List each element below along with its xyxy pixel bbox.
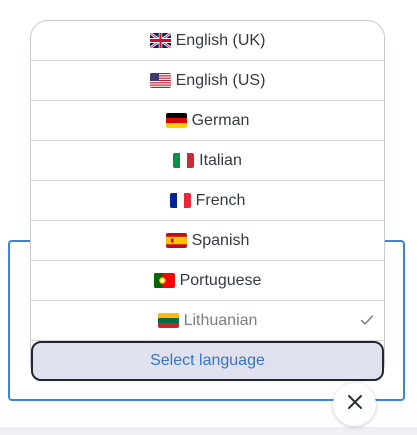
language-label: Lithuanian [183, 311, 258, 329]
italy-flag-icon [173, 153, 195, 168]
language-label: German [191, 111, 250, 129]
language-label: English (US) [175, 71, 266, 89]
select-language-button[interactable]: Select language [31, 341, 384, 381]
language-label: French [195, 191, 246, 209]
language-label: English (UK) [175, 31, 266, 49]
language-label: Spanish [191, 231, 250, 249]
language-option-english-us[interactable]: English (US) [31, 61, 384, 101]
language-option-english-uk[interactable]: English (UK) [31, 21, 384, 61]
language-option-portuguese[interactable]: Portuguese [31, 261, 384, 301]
language-option-german[interactable]: German [31, 101, 384, 141]
us-flag-icon [149, 73, 171, 88]
language-option-lithuanian[interactable]: Lithuanian [31, 301, 384, 341]
language-label: Portuguese [179, 271, 262, 289]
language-option-spanish[interactable]: Spanish [31, 221, 384, 261]
france-flag-icon [169, 193, 191, 208]
language-dropdown: English (UK) English (US) German Italian… [30, 20, 385, 381]
language-picker-screen: English (UK) English (US) German Italian… [0, 0, 417, 435]
bottom-strip [0, 427, 417, 435]
checkmark-icon [360, 313, 374, 327]
close-button[interactable] [333, 383, 376, 426]
language-option-italian[interactable]: Italian [31, 141, 384, 181]
spain-flag-icon [165, 233, 187, 248]
language-option-french[interactable]: French [31, 181, 384, 221]
uk-flag-icon [149, 33, 171, 48]
germany-flag-icon [165, 113, 187, 128]
close-icon [347, 394, 363, 415]
lithuania-flag-icon [157, 313, 179, 328]
portugal-flag-icon [153, 273, 175, 288]
language-label: Italian [199, 151, 242, 169]
